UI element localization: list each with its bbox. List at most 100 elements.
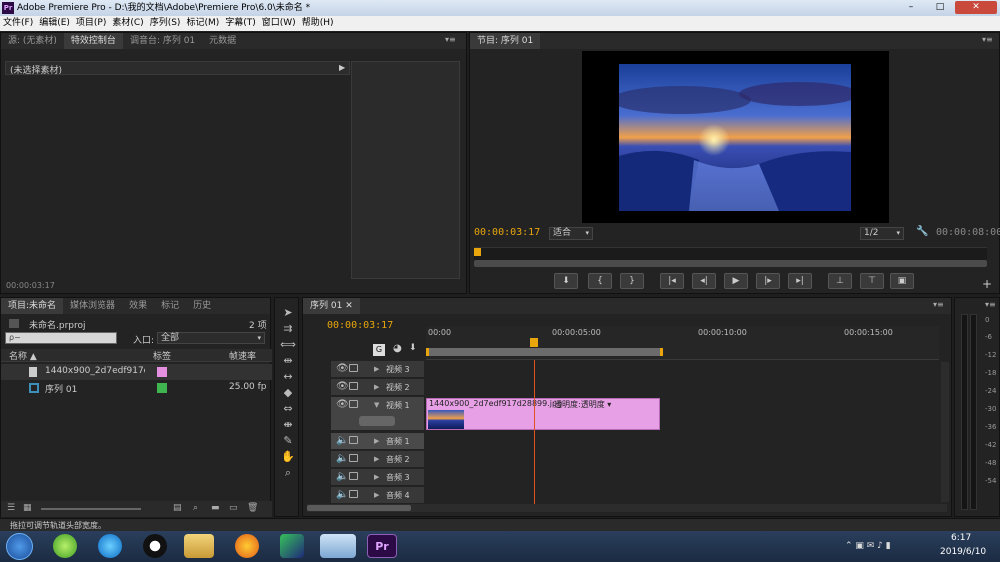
zoom-slider[interactable]: [41, 508, 141, 510]
delete-icon[interactable]: 🗑: [247, 503, 258, 513]
track-header-audio-2[interactable]: 🔈 ▶ 音频 2: [331, 451, 424, 468]
menu-title[interactable]: 字幕(T): [222, 16, 259, 31]
track-header-audio-3[interactable]: 🔈 ▶ 音频 3: [331, 469, 424, 486]
play-button[interactable]: ▶: [724, 273, 748, 289]
clock-time[interactable]: 6:17: [951, 533, 971, 543]
resolution-dropdown[interactable]: 1/2 ▾: [860, 227, 904, 240]
eye-icon[interactable]: 👁: [336, 399, 349, 410]
menu-edit[interactable]: 编辑(E): [36, 16, 73, 31]
close-button[interactable]: ✕: [955, 1, 997, 14]
effect-timecode[interactable]: 00:00:03:17: [6, 281, 55, 290]
playhead-marker[interactable]: [474, 248, 481, 256]
tab-effect-controls[interactable]: 特效控制台: [63, 33, 123, 49]
column-framerate[interactable]: 帧速率: [229, 349, 256, 362]
lock-icon[interactable]: [349, 400, 358, 408]
list-item[interactable]: 序列 01 25.00 fp: [1, 380, 272, 396]
hand-tool-icon[interactable]: ✋: [279, 450, 297, 466]
browser-icon[interactable]: [98, 534, 122, 558]
tab-source[interactable]: 源: (无素材): [1, 33, 64, 49]
camera-icon[interactable]: ▣: [890, 273, 914, 289]
add-button-icon[interactable]: +: [982, 277, 992, 291]
extract-button[interactable]: ⊤: [860, 273, 884, 289]
tab-metadata[interactable]: 元数据: [202, 33, 243, 49]
start-button[interactable]: [6, 533, 33, 560]
time-ruler[interactable]: 00:00 00:00:05:00 00:00:10:00 00:00:15:0…: [426, 326, 939, 360]
expand-triangle-icon[interactable]: ▶: [374, 455, 379, 463]
track-select-tool-icon[interactable]: ⇉: [279, 322, 297, 338]
tab-effects[interactable]: 效果: [122, 298, 154, 314]
automate-icon[interactable]: ▤: [173, 503, 182, 513]
keyframe-nav[interactable]: [359, 416, 395, 426]
menu-marker[interactable]: 标记(M): [183, 16, 222, 31]
firefox-icon[interactable]: [235, 534, 259, 558]
lock-icon[interactable]: [349, 490, 358, 498]
speaker-icon[interactable]: 🔈: [336, 453, 348, 464]
track-header-video-1[interactable]: 👁 ▼ 视频 1: [331, 397, 424, 431]
panel-menu-icon[interactable]: ▾≡: [933, 300, 944, 309]
maximize-button[interactable]: □: [926, 1, 954, 14]
marker-icon[interactable]: ◕: [393, 343, 402, 354]
program-timecode[interactable]: 00:00:03:17: [474, 227, 540, 238]
menu-sequence[interactable]: 序列(S): [147, 16, 184, 31]
new-item-icon[interactable]: ▭: [229, 503, 238, 513]
playhead-marker[interactable]: [530, 338, 538, 347]
razor-tool-icon[interactable]: ◆: [279, 386, 297, 402]
track-header-video-2[interactable]: 👁 ▶ 视频 2: [331, 379, 424, 396]
timeline-timecode[interactable]: 00:00:03:17: [327, 320, 393, 331]
lock-icon[interactable]: [349, 472, 358, 480]
lock-icon[interactable]: [349, 364, 358, 372]
go-to-out-button[interactable]: ▸|: [788, 273, 812, 289]
tab-history[interactable]: 历史: [186, 298, 218, 314]
video-clip[interactable]: 1440x900_2d7edf917d28899.jpg 透明度:透明度 ▾: [426, 398, 660, 430]
expand-triangle-icon[interactable]: ▶: [374, 473, 379, 481]
zoom-bar[interactable]: [474, 260, 987, 267]
premiere-taskbar-icon[interactable]: Pr: [367, 534, 397, 558]
icon-view-icon[interactable]: ▦: [23, 503, 32, 513]
inpoint-dropdown[interactable]: 全部 ▾: [157, 332, 265, 344]
add-marker-icon[interactable]: ⬇: [409, 343, 417, 353]
column-label[interactable]: 标签: [153, 349, 171, 362]
track-header-audio-4[interactable]: 🔈 ▶ 音频 4: [331, 487, 424, 504]
lift-button[interactable]: ⊥: [828, 273, 852, 289]
file-explorer-icon[interactable]: [184, 534, 214, 558]
panel-menu-icon[interactable]: ▾≡: [982, 35, 993, 44]
slide-tool-icon[interactable]: ⇼: [279, 418, 297, 434]
menu-window[interactable]: 窗口(W): [259, 16, 299, 31]
eye-icon[interactable]: 👁: [336, 381, 349, 392]
snap-icon[interactable]: G: [373, 344, 385, 356]
window-app-icon[interactable]: [320, 534, 356, 558]
rolling-edit-tool-icon[interactable]: ⇹: [279, 354, 297, 370]
pen-tool-icon[interactable]: ✎: [279, 434, 297, 450]
speaker-icon[interactable]: 🔈: [336, 435, 348, 446]
lock-icon[interactable]: [349, 382, 358, 390]
track-header-video-3[interactable]: 👁 ▶ 视频 3: [331, 361, 424, 378]
mark-out-button[interactable]: }: [620, 273, 644, 289]
menu-clip[interactable]: 素材(C): [109, 16, 146, 31]
ripple-edit-tool-icon[interactable]: ⟺: [279, 338, 297, 354]
qq-icon[interactable]: [143, 534, 167, 558]
expand-triangle-icon[interactable]: ▼: [374, 401, 379, 409]
timeline-playhead-line[interactable]: [534, 360, 535, 509]
step-forward-button[interactable]: |▸: [756, 273, 780, 289]
column-name[interactable]: 名称 ▲: [9, 349, 37, 362]
vertical-scrollbar[interactable]: [941, 362, 949, 502]
find-icon[interactable]: ⌕: [193, 503, 198, 513]
selection-tool-icon[interactable]: ➤: [279, 306, 297, 322]
expand-triangle-icon[interactable]: ▶: [374, 383, 379, 391]
lock-icon[interactable]: [349, 454, 358, 462]
tab-audio-mixer[interactable]: 调音台: 序列 01: [123, 33, 202, 49]
menu-file[interactable]: 文件(F): [0, 16, 36, 31]
list-view-icon[interactable]: ☰: [7, 503, 15, 513]
tab-markers[interactable]: 标记: [154, 298, 186, 314]
timeline-scrollbar[interactable]: [307, 504, 947, 512]
lock-icon[interactable]: [349, 436, 358, 444]
new-bin-icon[interactable]: ▬: [211, 503, 220, 513]
tab-project[interactable]: 项目:未命名: [1, 298, 64, 314]
tray-icons[interactable]: ⌃ ▣ ✉ ♪ ▮: [845, 541, 891, 551]
expand-triangle-icon[interactable]: ▶: [339, 63, 345, 72]
speaker-icon[interactable]: 🔈: [336, 489, 348, 500]
wrench-icon[interactable]: 🔧: [916, 226, 928, 237]
fit-dropdown[interactable]: 适合 ▾: [549, 227, 593, 240]
clock-date[interactable]: 2019/6/10: [940, 547, 986, 557]
panel-menu-icon[interactable]: ▾≡: [445, 35, 456, 44]
